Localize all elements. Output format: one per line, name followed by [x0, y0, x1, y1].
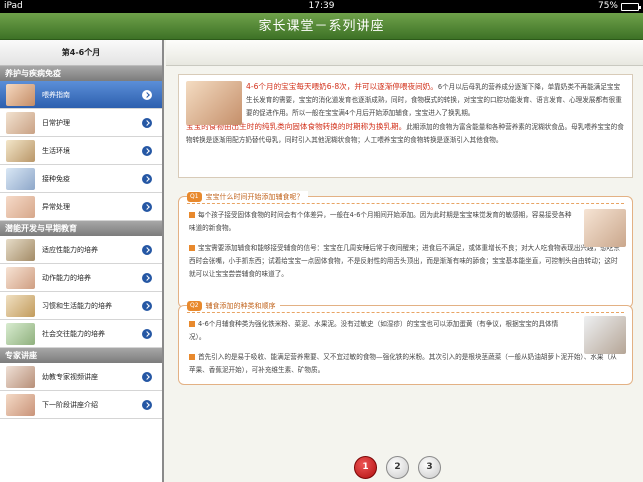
qa-card-2-header: Q2 辅食添加的种类和顺序 — [187, 300, 280, 312]
intro-box: 4-6个月的宝宝每天喂奶6-8次，并可以逐渐停喂夜间奶。6个月以后母乳的营养成分… — [178, 74, 633, 178]
baby-thumbnail-icon — [6, 84, 35, 106]
page-1-button[interactable]: 1 — [354, 456, 377, 479]
chevron-right-icon[interactable] — [142, 301, 152, 311]
sidebar-item-video-lecture[interactable]: 幼教专家视频讲座 — [0, 363, 162, 391]
sidebar-item-label: 幼教专家视频讲座 — [42, 373, 98, 381]
chevron-right-icon[interactable] — [142, 202, 152, 212]
sidebar-item-next-stage[interactable]: 下一阶段讲座介绍 — [0, 391, 162, 419]
sidebar-item-adaptive-ability[interactable]: 适应性能力的培养 — [0, 236, 162, 264]
sidebar-item-environment[interactable]: 生活环境 — [0, 137, 162, 165]
baby-thumbnail-icon — [6, 239, 35, 261]
page-2-button[interactable]: 2 — [386, 456, 409, 479]
baby-thumbnail-icon — [6, 196, 35, 218]
header-title: 家长课堂－系列讲座 — [258, 19, 385, 34]
page-3-button[interactable]: 3 — [418, 456, 441, 479]
dashed-divider — [187, 203, 624, 204]
bullet-icon — [189, 354, 195, 360]
baby-thumbnail-icon — [6, 112, 35, 134]
content-pane: 4-6个月的宝宝每天喂奶6-8次，并可以逐渐停喂夜间奶。6个月以后母乳的营养成分… — [166, 40, 643, 482]
qa-card-2-paragraph-1: 4-6个月辅食种类为强化铁米粉、菜泥、水果泥。没有过敏史（如湿疹）的宝宝也可以添… — [189, 318, 572, 344]
intro-heading-1: 4-6个月的宝宝每天喂奶6-8次，并可以逐渐停喂夜间奶。 — [246, 82, 438, 91]
app-header: 家长课堂－系列讲座 — [0, 13, 643, 40]
sidebar: 第4-6个月 养护与疾病免疫 喂养指南 日常护理 生活环境 接种免疫 异常处理 — [0, 40, 164, 482]
sidebar-item-feeding-guide[interactable]: 喂养指南 — [0, 81, 162, 109]
qa-card-1-text-1: 每个孩子接受固体食物的时间会有个体差异，一般在4-6个月期间开始添加。因为此时期… — [189, 211, 572, 232]
section-title-education: 潜能开发与早期教育 — [0, 221, 162, 236]
sidebar-item-label: 日常护理 — [42, 119, 70, 127]
qa-card-2-text-2: 首先引入的是易于吸收、能满足营养需要、又不宜过敏的食物—强化铁的米粉。其次引入的… — [189, 353, 617, 374]
chevron-right-icon[interactable] — [142, 146, 152, 156]
sidebar-item-motor-ability[interactable]: 动作能力的培养 — [0, 264, 162, 292]
qa-card-1-paragraph-2: 宝宝需要添加辅食和能够接受辅食的信号：宝宝在几周安睡后常于夜间醒来；进食后不满足… — [189, 242, 622, 281]
qa-card-1-header: Q1 宝宝什么时间开始添加辅食呢？ — [187, 191, 308, 203]
baby-feeding-photo — [186, 81, 242, 125]
intro-paragraph-1: 4-6个月的宝宝每天喂奶6-8次，并可以逐渐停喂夜间奶。6个月以后母乳的营养成分… — [246, 80, 625, 120]
sidebar-item-label: 生活环境 — [42, 147, 70, 155]
sidebar-item-label: 社会交往能力的培养 — [42, 330, 105, 338]
question-tag: Q1 — [187, 192, 202, 202]
qa-card-1-paragraph-1: 每个孩子接受固体食物的时间会有个体差异，一般在4-6个月期间开始添加。因为此时期… — [189, 209, 572, 235]
sidebar-item-daily-care[interactable]: 日常护理 — [0, 109, 162, 137]
bullet-icon — [189, 245, 195, 251]
sidebar-item-abnormal[interactable]: 异常处理 — [0, 193, 162, 221]
intro-paragraph-2: 宝宝的食物由出生时的纯乳类向固体食物转换的时期称为换乳期。此期添加的食物为富含能… — [186, 120, 625, 147]
qa-card-1-text-2: 宝宝需要添加辅食和能够接受辅食的信号：宝宝在几周安睡后常于夜间醒来；进食后不满足… — [189, 244, 620, 278]
status-time: 17:39 — [308, 1, 335, 11]
sidebar-title: 第4-6个月 — [0, 40, 162, 66]
dashed-divider — [187, 312, 624, 313]
sidebar-item-label: 习惯和生活能力的培养 — [42, 302, 112, 310]
sidebar-item-label: 动作能力的培养 — [42, 274, 91, 282]
baby-thumbnail-icon — [6, 323, 35, 345]
qa-card-2-text-1: 4-6个月辅食种类为强化铁米粉、菜泥、水果泥。没有过敏史（如湿疹）的宝宝也可以添… — [189, 320, 559, 341]
question-tag: Q2 — [187, 301, 202, 311]
baby-thumbnail-icon — [6, 394, 35, 416]
sidebar-item-label: 下一阶段讲座介绍 — [42, 401, 98, 409]
qa-card-1-title: 宝宝什么时间开始添加辅食呢？ — [205, 193, 304, 201]
sidebar-item-social[interactable]: 社会交往能力的培养 — [0, 320, 162, 348]
baby-feeding-photo-2 — [584, 316, 626, 354]
bullet-icon — [189, 212, 195, 218]
content-header-bar — [166, 40, 643, 66]
qa-card-2-title: 辅食添加的种类和顺序 — [205, 302, 276, 310]
chevron-right-icon[interactable] — [142, 174, 152, 184]
sidebar-item-label: 喂养指南 — [42, 91, 70, 99]
chevron-right-icon[interactable] — [142, 329, 152, 339]
baby-thumbnail-icon — [6, 366, 35, 388]
baby-thumbnail-icon — [6, 295, 35, 317]
sidebar-item-habits[interactable]: 习惯和生活能力的培养 — [0, 292, 162, 320]
baby-thumbnail-icon — [6, 168, 35, 190]
battery-indicator: 75% — [597, 0, 641, 13]
bullet-icon — [189, 321, 195, 327]
baby-eating-photo — [584, 209, 626, 247]
status-bar: iPad 17:39 75% — [0, 0, 643, 13]
chevron-right-icon[interactable] — [142, 400, 152, 410]
chevron-right-icon[interactable] — [142, 273, 152, 283]
section-title-care: 养护与疾病免疫 — [0, 66, 162, 81]
chevron-right-icon[interactable] — [142, 372, 152, 382]
qa-card-2: Q2 辅食添加的种类和顺序 4-6个月辅食种类为强化铁米粉、菜泥、水果泥。没有过… — [178, 300, 633, 385]
pagination: 1 2 3 — [354, 456, 441, 479]
sidebar-item-label: 异常处理 — [42, 203, 70, 211]
baby-thumbnail-icon — [6, 267, 35, 289]
qa-card-1: Q1 宝宝什么时间开始添加辅食呢？ 每个孩子接受固体食物的时间会有个体差异，一般… — [178, 191, 633, 308]
baby-thumbnail-icon — [6, 140, 35, 162]
battery-icon — [621, 2, 641, 11]
sidebar-item-label: 接种免疫 — [42, 175, 70, 183]
sidebar-item-vaccination[interactable]: 接种免疫 — [0, 165, 162, 193]
qa-card-2-paragraph-2: 首先引入的是易于吸收、能满足营养需要、又不宜过敏的食物—强化铁的米粉。其次引入的… — [189, 351, 622, 377]
chevron-right-icon[interactable] — [142, 118, 152, 128]
sidebar-item-label: 适应性能力的培养 — [42, 246, 98, 254]
section-title-lectures: 专家讲座 — [0, 348, 162, 363]
chevron-right-icon[interactable] — [142, 245, 152, 255]
chevron-right-icon[interactable] — [142, 90, 152, 100]
battery-percent: 75% — [597, 1, 618, 11]
